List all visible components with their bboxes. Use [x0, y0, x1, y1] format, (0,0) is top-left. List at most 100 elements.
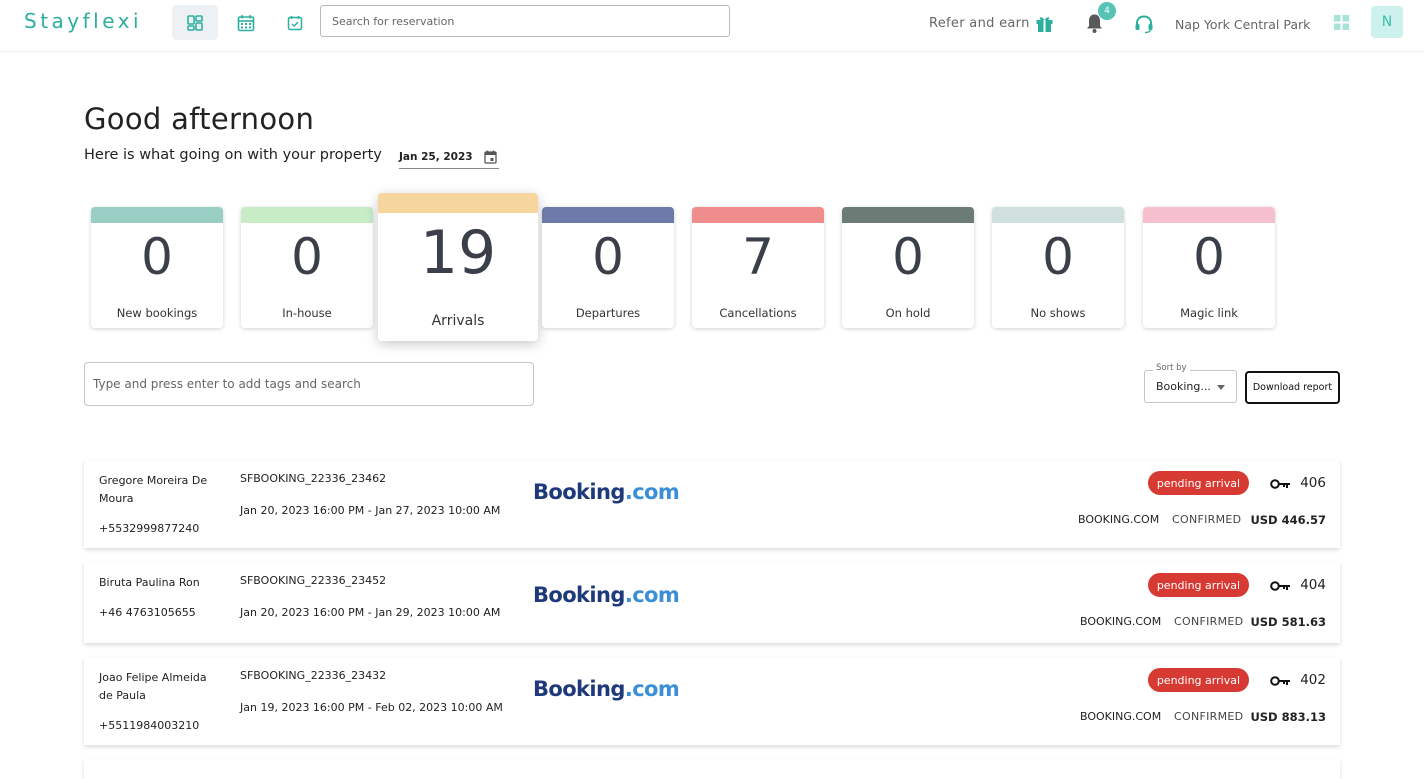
booking-amount: USD 883.13	[1250, 710, 1326, 724]
reservation-row[interactable]: Gregore Moreira De Moura +5532999877240 …	[84, 460, 1340, 548]
booking-confirmation: CONFIRMED	[1174, 615, 1244, 628]
user-avatar[interactable]: N	[1371, 6, 1403, 38]
guest-phone: +5511984003210	[99, 719, 200, 732]
refer-and-earn-link[interactable]: Refer and earn	[929, 16, 1030, 31]
calendar-check-icon	[287, 15, 303, 30]
sort-by-value: Booking...	[1156, 380, 1211, 393]
stat-label: Cancellations	[719, 306, 797, 320]
date-picker[interactable]: Jan 25, 2023	[399, 145, 499, 169]
stat-value: 0	[592, 228, 624, 286]
guest-name: Joao Felipe Almeida de Paula	[99, 671, 207, 702]
key-icon	[1270, 479, 1290, 489]
stat-color-bar	[91, 207, 223, 223]
booking-com-logo: Booking.com	[533, 677, 680, 701]
dashboard-icon	[187, 14, 203, 31]
stat-value: 0	[291, 228, 323, 286]
stat-value: 0	[892, 228, 924, 286]
reservation-row[interactable]: Joao Felipe Almeida de Paula +5511984003…	[84, 657, 1340, 745]
logo-text-secondary: .com	[624, 677, 680, 701]
sort-by-select[interactable]: Booking...	[1144, 370, 1237, 403]
stay-dates: Jan 20, 2023 16:00 PM - Jan 27, 2023 10:…	[240, 504, 501, 517]
page-subtitle: Here is what going on with your property	[84, 147, 382, 163]
stat-card-arrivals[interactable]: 19 Arrivals	[378, 193, 538, 341]
room-number: 404	[1300, 577, 1326, 593]
tag-search-input[interactable]	[84, 362, 534, 406]
stat-label: In-house	[282, 306, 332, 320]
logo-text-primary: Booking	[533, 583, 625, 607]
stat-card-new-bookings[interactable]: 0 New bookings	[91, 207, 223, 328]
bookings-nav-button[interactable]	[272, 5, 318, 40]
stat-label: Arrivals	[431, 313, 485, 329]
stat-value: 0	[1042, 228, 1074, 286]
stat-label: Departures	[575, 306, 641, 320]
stat-value: 7	[742, 228, 774, 286]
booking-source: BOOKING.COM	[1080, 710, 1162, 723]
stat-card-in-house[interactable]: 0 In-house	[241, 207, 373, 328]
calendar-nav-button[interactable]	[223, 5, 269, 40]
room-number: 402	[1300, 672, 1326, 688]
date-value: Jan 25, 2023	[399, 150, 473, 163]
guest-name: Gregore Moreira De Moura	[99, 474, 208, 505]
booking-source: BOOKING.COM	[1078, 513, 1160, 526]
stat-card-cancellations[interactable]: 7 Cancellations	[692, 207, 824, 328]
stat-value: 0	[1193, 228, 1225, 286]
apps-grid-icon[interactable]	[1334, 15, 1349, 30]
calendar-icon[interactable]	[484, 150, 497, 164]
sort-by-label: Sort by	[1153, 363, 1190, 373]
reservation-row-partial[interactable]	[84, 759, 1340, 779]
logo-text-primary: Booking	[533, 677, 625, 701]
stat-color-bar	[542, 207, 674, 223]
booking-confirmation: CONFIRMED	[1172, 513, 1242, 526]
booking-com-logo: Booking.com	[533, 480, 680, 504]
app-logo[interactable]: Stayflexi	[24, 9, 142, 33]
guest-phone: +46 4763105655	[99, 606, 196, 619]
stat-color-bar	[992, 207, 1124, 223]
booking-source: BOOKING.COM	[1080, 615, 1162, 628]
reservation-row[interactable]: Biruta Paulina Ron +46 4763105655 SFBOOK…	[84, 562, 1340, 643]
logo-text-secondary: .com	[624, 480, 680, 504]
key-icon	[1270, 676, 1290, 686]
booking-amount: USD 446.57	[1250, 513, 1326, 527]
booking-id: SFBOOKING_22336_23432	[240, 669, 387, 682]
logo-text-secondary: .com	[624, 583, 680, 607]
stay-dates: Jan 19, 2023 16:00 PM - Feb 02, 2023 10:…	[240, 701, 503, 714]
download-report-button[interactable]: Download report	[1245, 371, 1340, 404]
dropdown-arrow-icon	[1217, 385, 1225, 390]
stat-color-bar	[842, 207, 974, 223]
stat-color-bar	[241, 207, 373, 223]
guest-phone: +5532999877240	[99, 522, 200, 535]
status-badge: pending arrival	[1147, 573, 1249, 597]
support-headset-icon[interactable]	[1134, 14, 1154, 34]
calendar-icon	[237, 14, 255, 31]
stat-card-no-shows[interactable]: 0 No shows	[992, 207, 1124, 328]
reservation-search-input[interactable]	[320, 5, 730, 37]
stat-label: New bookings	[116, 306, 198, 320]
booking-confirmation: CONFIRMED	[1174, 710, 1244, 723]
stat-value: 19	[419, 218, 497, 288]
dashboard-nav-button[interactable]	[172, 5, 218, 40]
booking-id: SFBOOKING_22336_23462	[240, 472, 387, 485]
stat-label: No shows	[1030, 306, 1086, 320]
property-selector[interactable]: Nap York Central Park	[1175, 17, 1310, 32]
stat-value: 0	[141, 228, 173, 286]
stat-color-bar	[378, 193, 538, 213]
stat-color-bar	[692, 207, 824, 223]
logo-text-primary: Booking	[533, 480, 625, 504]
status-badge: pending arrival	[1147, 668, 1249, 692]
stat-card-magic-link[interactable]: 0 Magic link	[1143, 207, 1275, 328]
key-icon	[1270, 581, 1290, 591]
stat-card-departures[interactable]: 0 Departures	[542, 207, 674, 328]
stay-dates: Jan 20, 2023 16:00 PM - Jan 29, 2023 10:…	[240, 606, 501, 619]
gift-icon[interactable]	[1035, 14, 1054, 33]
booking-amount: USD 581.63	[1250, 615, 1326, 629]
notification-count-badge: 4	[1098, 2, 1116, 20]
booking-id: SFBOOKING_22336_23452	[240, 574, 387, 587]
booking-com-logo: Booking.com	[533, 583, 680, 607]
top-bar: Stayflexi Refer and earn	[0, 0, 1424, 52]
room-number: 406	[1300, 475, 1326, 491]
stat-card-on-hold[interactable]: 0 On hold	[842, 207, 974, 328]
stat-label: On hold	[885, 306, 931, 320]
page-title: Good afternoon	[84, 102, 315, 136]
stat-label: Magic link	[1180, 306, 1238, 320]
stat-color-bar	[1143, 207, 1275, 223]
